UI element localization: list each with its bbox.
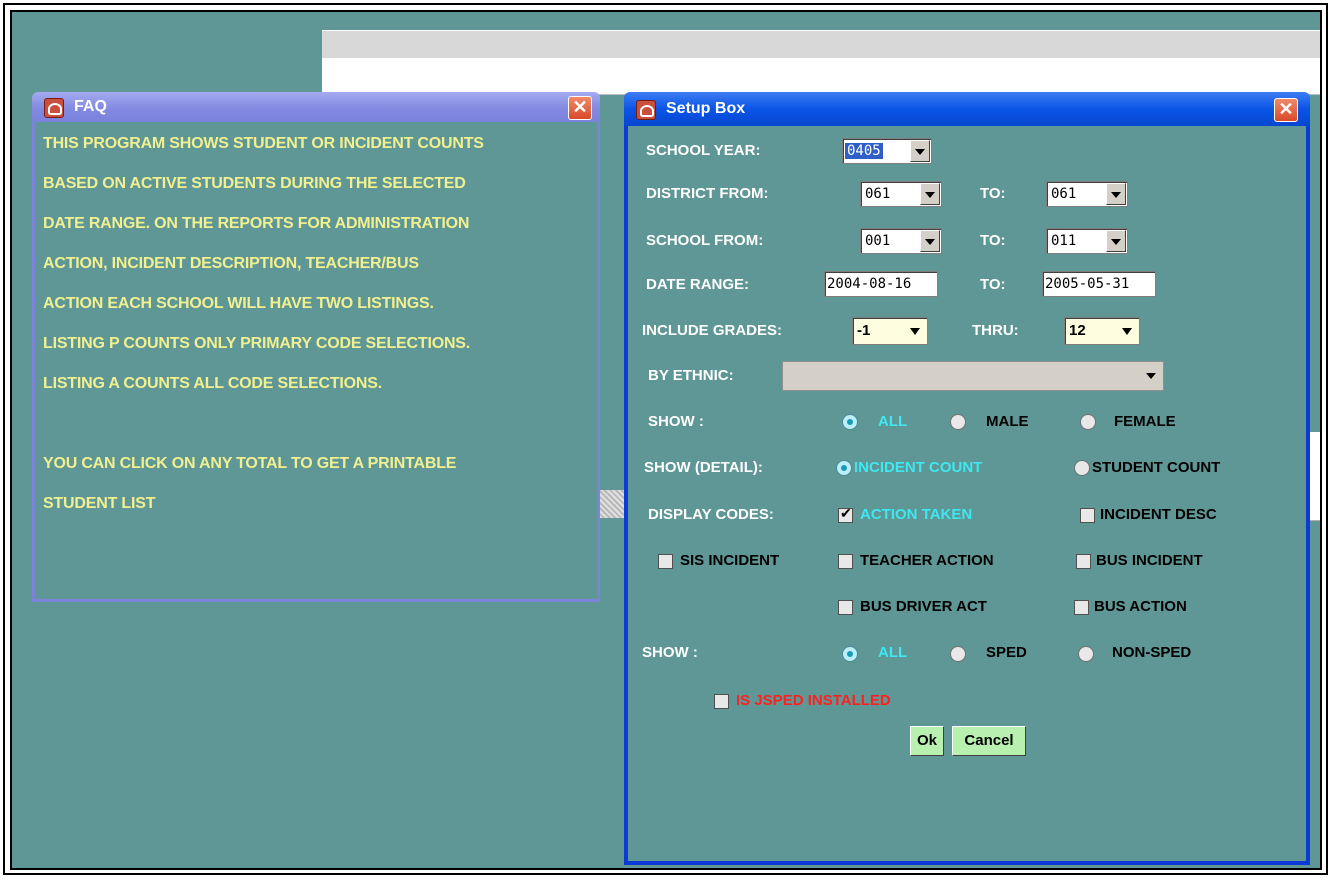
chevron-down-icon[interactable] — [906, 319, 926, 341]
bus-action-checkbox[interactable] — [1074, 600, 1089, 615]
gender-female-radio[interactable] — [1080, 414, 1096, 430]
district-from-label: DISTRICT FROM: — [646, 185, 769, 202]
faq-line: THIS PROGRAM SHOWS STUDENT OR INCIDENT C… — [43, 135, 484, 152]
school-to-label: TO: — [980, 232, 1006, 249]
incident-desc-label[interactable]: INCIDENT DESC — [1100, 506, 1217, 523]
date-to-label: TO: — [980, 276, 1006, 293]
district-from-select[interactable]: 061 — [860, 181, 942, 207]
gender-all-radio[interactable] — [842, 414, 858, 430]
detail-student-count-label[interactable]: STUDENT COUNT — [1092, 459, 1220, 476]
show-gender-label: SHOW : — [648, 413, 704, 430]
ethnic-select[interactable] — [782, 361, 1164, 391]
show-sped-label: SHOW : — [642, 644, 698, 661]
teacher-action-label[interactable]: TEACHER ACTION — [860, 552, 994, 569]
display-codes-label: DISPLAY CODES: — [648, 506, 774, 523]
district-from-value: 061 — [865, 186, 891, 202]
detail-student-count-radio[interactable] — [1074, 460, 1090, 476]
chevron-down-icon[interactable] — [1118, 319, 1138, 341]
school-year-label: SCHOOL YEAR: — [646, 142, 761, 159]
grade-from-select[interactable]: -1 — [852, 317, 928, 345]
school-year-value: 0405 — [845, 143, 883, 159]
bus-incident-label[interactable]: BUS INCIDENT — [1096, 552, 1203, 569]
desktop-area: FAQ ✕ THIS PROGRAM SHOWS STUDENT OR INCI… — [10, 10, 1322, 870]
gender-male-radio[interactable] — [950, 414, 966, 430]
school-to-value: 011 — [1051, 233, 1077, 249]
sped-sped-label[interactable]: SPED — [986, 644, 1027, 661]
setup-title-bar[interactable]: Setup Box ✕ — [624, 92, 1310, 126]
chevron-down-icon[interactable] — [910, 140, 930, 162]
school-from-value: 001 — [865, 233, 891, 249]
district-to-label: TO: — [980, 185, 1006, 202]
district-to-value: 061 — [1051, 186, 1077, 202]
faq-close-button[interactable]: ✕ — [568, 96, 592, 120]
sped-all-label[interactable]: ALL — [878, 644, 907, 661]
background-panel — [322, 58, 1320, 95]
faq-line: DATE RANGE. ON THE REPORTS FOR ADMINISTR… — [43, 215, 470, 232]
date-from-field[interactable]: 2004-08-16 — [824, 271, 938, 297]
chevron-down-icon[interactable] — [1142, 365, 1162, 387]
detail-incident-count-label[interactable]: INCIDENT COUNT — [854, 459, 982, 476]
ok-button[interactable]: Ok — [910, 726, 944, 756]
faq-line: ACTION EACH SCHOOL WILL HAVE TWO LISTING… — [43, 295, 434, 312]
chevron-down-icon[interactable] — [1106, 230, 1126, 252]
grade-to-select[interactable]: 12 — [1064, 317, 1140, 345]
chevron-down-icon[interactable] — [1106, 183, 1126, 205]
gender-all-label[interactable]: ALL — [878, 413, 907, 430]
background-toolbar — [322, 30, 1320, 60]
sis-incident-checkbox[interactable] — [658, 554, 673, 569]
faq-content: THIS PROGRAM SHOWS STUDENT OR INCIDENT C… — [35, 122, 597, 534]
app-icon — [44, 98, 64, 118]
date-to-field[interactable]: 2005-05-31 — [1042, 271, 1156, 297]
faq-line: YOU CAN CLICK ON ANY TOTAL TO GET A PRIN… — [43, 455, 457, 472]
grade-from-value: -1 — [857, 322, 871, 339]
faq-line: ACTION, INCIDENT DESCRIPTION, TEACHER/BU… — [43, 255, 419, 272]
grades-thru-label: THRU: — [972, 322, 1019, 339]
by-ethnic-label: BY ETHNIC: — [648, 367, 734, 384]
teacher-action-checkbox[interactable] — [838, 554, 853, 569]
action-taken-label[interactable]: ACTION TAKEN — [860, 506, 972, 523]
show-detail-label: SHOW (DETAIL): — [644, 459, 763, 476]
incident-desc-checkbox[interactable] — [1080, 508, 1095, 523]
chevron-down-icon[interactable] — [920, 183, 940, 205]
background-resize-grip — [597, 490, 627, 518]
gender-male-label[interactable]: MALE — [986, 413, 1029, 430]
setup-close-button[interactable]: ✕ — [1274, 98, 1298, 122]
school-year-select[interactable]: 0405 — [842, 138, 932, 164]
school-to-select[interactable]: 011 — [1046, 228, 1128, 254]
detail-incident-count-radio[interactable] — [836, 460, 852, 476]
bus-incident-checkbox[interactable] — [1076, 554, 1091, 569]
bus-action-label[interactable]: BUS ACTION — [1094, 598, 1187, 615]
gender-female-label[interactable]: FEMALE — [1114, 413, 1176, 430]
school-from-select[interactable]: 001 — [860, 228, 942, 254]
date-range-label: DATE RANGE: — [646, 276, 750, 293]
faq-line: LISTING A COUNTS ALL CODE SELECTIONS. — [43, 375, 382, 392]
faq-title-bar[interactable]: FAQ ✕ — [32, 92, 600, 122]
cancel-button[interactable]: Cancel — [952, 726, 1026, 756]
district-to-select[interactable]: 061 — [1046, 181, 1128, 207]
sped-all-radio[interactable] — [842, 646, 858, 662]
app-icon — [636, 100, 656, 120]
sped-non-sped-radio[interactable] — [1078, 646, 1094, 662]
sped-sped-radio[interactable] — [950, 646, 966, 662]
chevron-down-icon[interactable] — [920, 230, 940, 252]
bus-driver-act-label[interactable]: BUS DRIVER ACT — [860, 598, 987, 615]
faq-line: STUDENT LIST — [43, 495, 156, 512]
sped-non-sped-label[interactable]: NON-SPED — [1112, 644, 1191, 661]
action-taken-checkbox[interactable] — [838, 505, 853, 523]
faq-line: BASED ON ACTIVE STUDENTS DURING THE SELE… — [43, 175, 466, 192]
school-from-label: SCHOOL FROM: — [646, 232, 764, 249]
jsped-installed-label[interactable]: IS JSPED INSTALLED — [736, 692, 891, 709]
grade-to-value: 12 — [1069, 322, 1086, 339]
setup-title: Setup Box — [666, 100, 746, 117]
sis-incident-label[interactable]: SIS INCIDENT — [680, 552, 779, 569]
bus-driver-act-checkbox[interactable] — [838, 600, 853, 615]
faq-window: FAQ ✕ THIS PROGRAM SHOWS STUDENT OR INCI… — [32, 92, 600, 602]
setup-window: Setup Box ✕ SCHOOL YEAR: 0405 DISTRICT F… — [624, 92, 1310, 865]
faq-line — [43, 414, 597, 454]
faq-line: LISTING P COUNTS ONLY PRIMARY CODE SELEC… — [43, 335, 471, 352]
include-grades-label: INCLUDE GRADES: — [642, 322, 783, 339]
jsped-installed-checkbox[interactable] — [714, 694, 729, 709]
faq-title: FAQ — [74, 98, 107, 115]
